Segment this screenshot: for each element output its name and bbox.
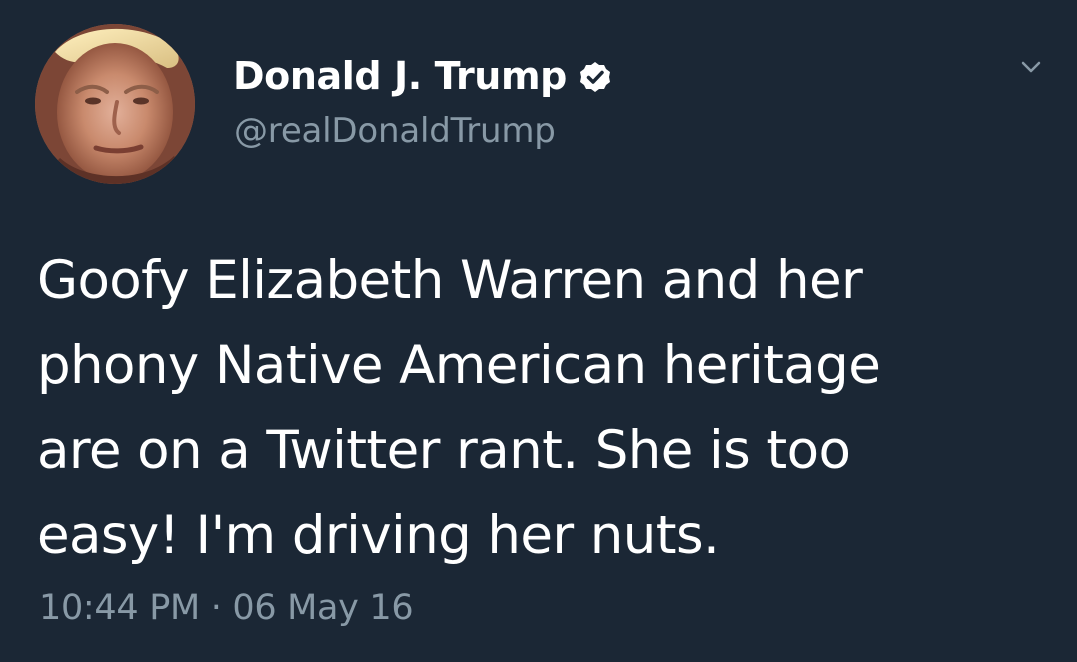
avatar[interactable] [35, 24, 195, 184]
verified-badge-icon [578, 60, 612, 94]
author-name-row[interactable]: Donald J. Trump [233, 52, 612, 100]
display-name[interactable]: Donald J. Trump [233, 57, 567, 95]
tweet-timestamp[interactable]: 10:44 PM · 06 May 16 [39, 588, 414, 628]
tweet-card: Donald J. Trump @realDonaldTrump Goofy E… [0, 0, 1077, 662]
chevron-down-icon[interactable] [1019, 56, 1043, 80]
user-handle[interactable]: @realDonaldTrump [234, 111, 556, 151]
tweet-text: Goofy Elizabeth Warren and her phony Nat… [37, 250, 881, 566]
